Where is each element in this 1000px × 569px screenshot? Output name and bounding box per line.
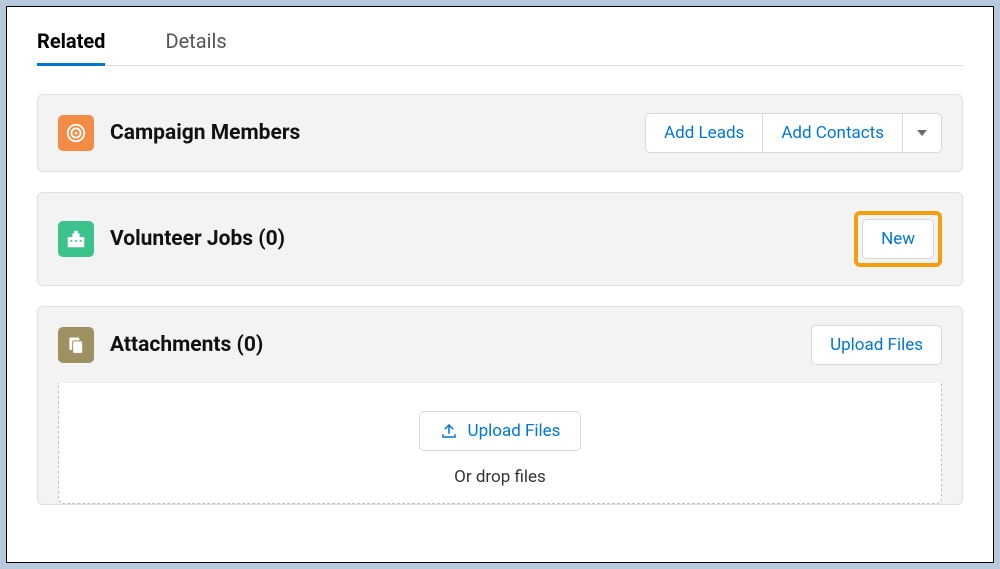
- card-header: Campaign Members Add Leads Add Contacts: [38, 95, 962, 171]
- tab-details[interactable]: Details: [165, 19, 226, 66]
- card-volunteer-jobs: Volunteer Jobs (0) New: [37, 192, 963, 286]
- tab-bar: Related Details: [37, 19, 963, 66]
- file-dropzone[interactable]: Upload Files Or drop files: [59, 383, 941, 503]
- dropzone-container: Upload Files Or drop files: [58, 383, 942, 504]
- volunteer-icon: [58, 221, 94, 257]
- new-button[interactable]: New: [862, 219, 934, 259]
- upload-files-inner-button[interactable]: Upload Files: [419, 411, 582, 451]
- attachments-icon: [58, 327, 94, 363]
- add-contacts-button[interactable]: Add Contacts: [762, 113, 902, 153]
- title-wrap: Attachments (0): [58, 327, 263, 363]
- upload-inner-label: Upload Files: [468, 421, 561, 441]
- volunteer-title: Volunteer Jobs (0): [110, 227, 285, 251]
- chevron-down-icon: [916, 127, 928, 139]
- card-header: Attachments (0) Upload Files: [38, 307, 962, 383]
- card-campaign-members: Campaign Members Add Leads Add Contacts: [37, 94, 963, 172]
- title-wrap: Campaign Members: [58, 115, 300, 151]
- highlight-annotation: New: [854, 211, 942, 267]
- campaign-icon: [58, 115, 94, 151]
- campaign-actions: Add Leads Add Contacts: [645, 113, 942, 153]
- page-container: Related Details Campaign Members Add Lea…: [6, 6, 994, 563]
- drop-files-text: Or drop files: [454, 467, 546, 487]
- campaign-more-button[interactable]: [902, 113, 942, 153]
- card-header: Volunteer Jobs (0) New: [38, 193, 962, 285]
- card-attachments: Attachments (0) Upload Files Upload File…: [37, 306, 963, 505]
- campaign-title: Campaign Members: [110, 121, 300, 145]
- tab-related[interactable]: Related: [37, 19, 105, 66]
- upload-files-button[interactable]: Upload Files: [811, 325, 942, 365]
- title-wrap: Volunteer Jobs (0): [58, 221, 285, 257]
- attachments-title: Attachments (0): [110, 333, 263, 357]
- add-leads-button[interactable]: Add Leads: [645, 113, 762, 153]
- upload-icon: [440, 422, 458, 440]
